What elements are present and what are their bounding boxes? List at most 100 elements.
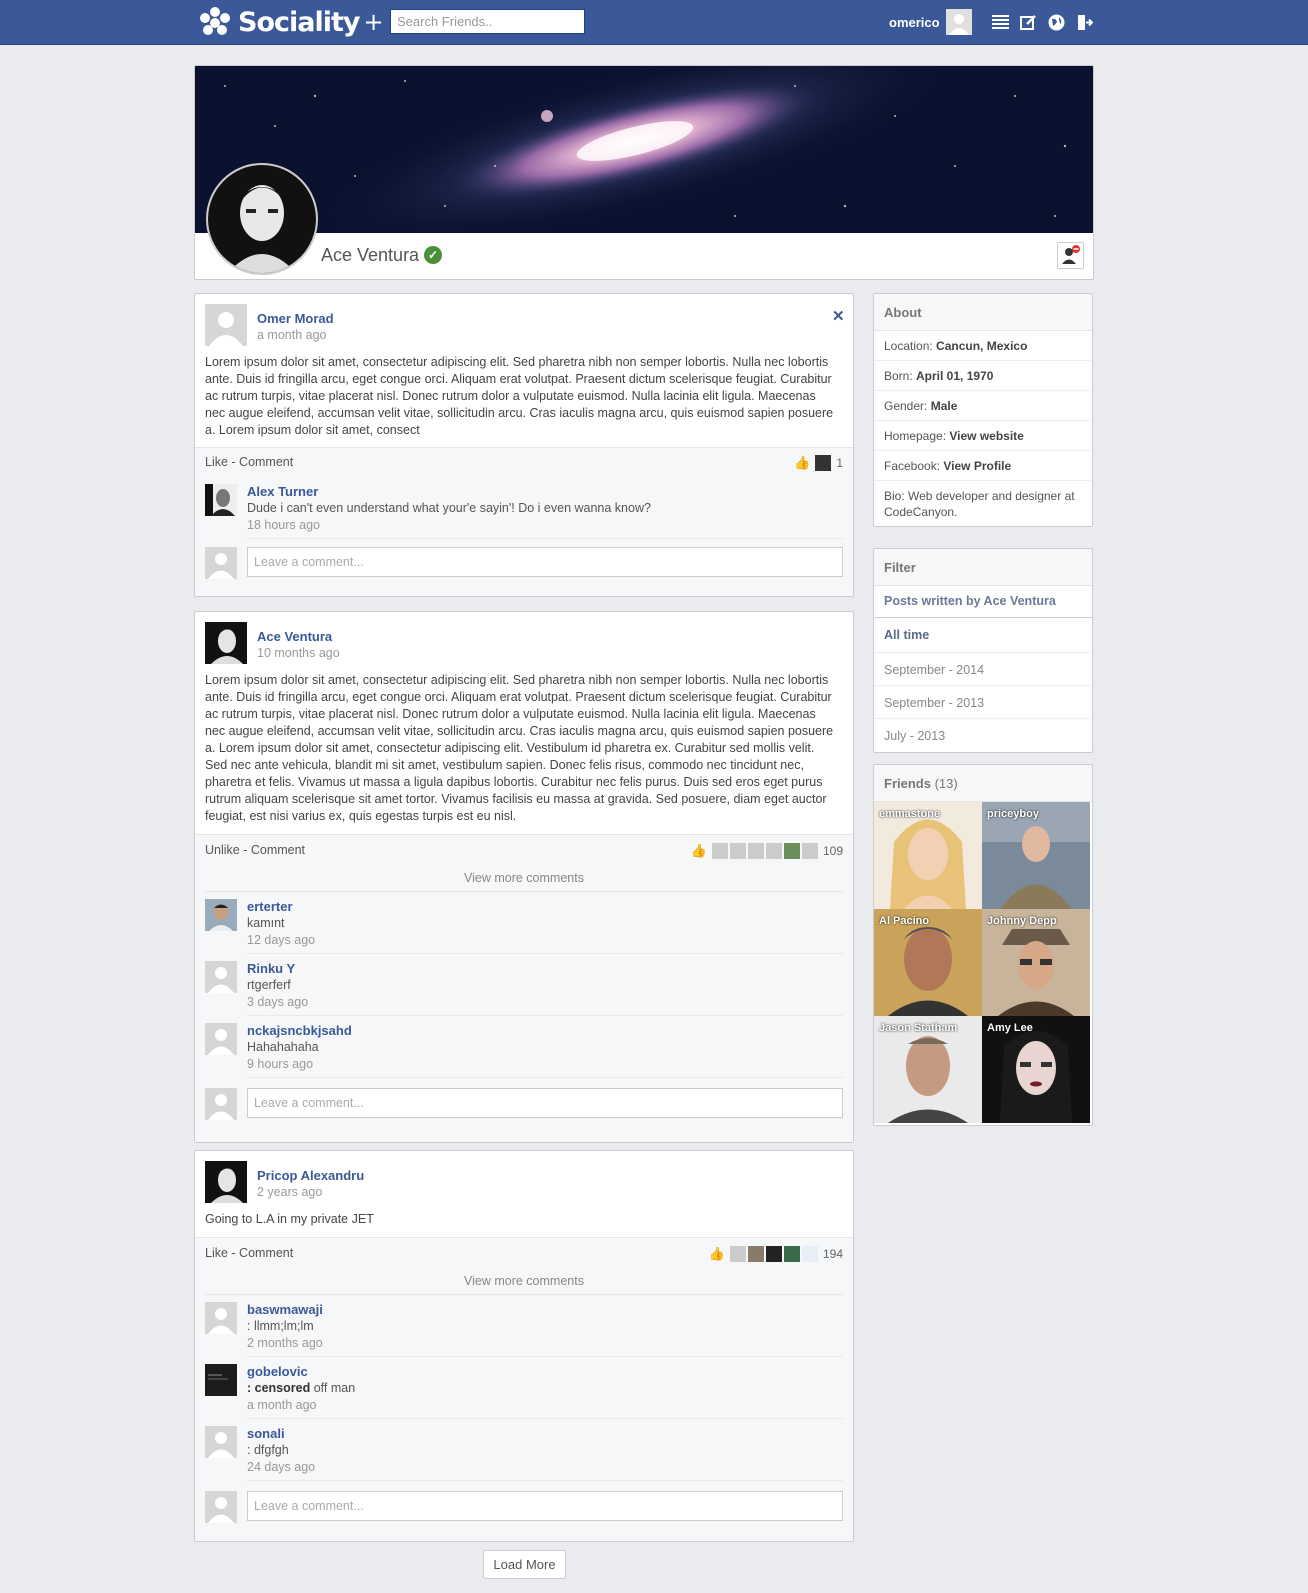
about-panel: About Location: Cancun, Mexico Born: Apr… — [873, 293, 1093, 527]
post-card: Omer Morad a month ago ✕ Lorem ipsum dol… — [194, 293, 854, 597]
brand-plus: + — [363, 8, 384, 36]
close-icon[interactable]: ✕ — [832, 307, 845, 325]
verified-check-icon: ✓ — [424, 246, 442, 264]
brand-logo[interactable]: Sociality + — [198, 6, 384, 38]
liker-avatar[interactable] — [801, 1246, 818, 1262]
username-link[interactable]: omerico — [889, 15, 940, 30]
comment-text: Dude i can't even understand what your'e… — [247, 501, 651, 515]
comment-text: : censored off man — [247, 1381, 355, 1395]
comment-divider — [247, 1015, 843, 1016]
friends-panel: Friends (13) emmastone priceyboy Al Paci… — [873, 764, 1093, 1126]
search-input[interactable] — [390, 9, 585, 34]
brand-name: Sociality — [238, 6, 360, 38]
liker-avatar[interactable] — [815, 455, 832, 471]
comment-author-name[interactable]: baswmawaji — [247, 1302, 323, 1317]
post-author-avatar[interactable] — [205, 304, 247, 346]
comment-author-name[interactable]: nckajsncbkjsahd — [247, 1023, 352, 1038]
liker-avatar[interactable] — [765, 843, 782, 859]
filter-title: Filter — [874, 549, 1092, 586]
menu-icon[interactable] — [990, 12, 1010, 32]
about-label: Facebook: — [884, 459, 944, 473]
liker-avatar[interactable] — [729, 1246, 746, 1262]
comment-author-name[interactable]: Alex Turner — [247, 484, 318, 499]
like-count: 194 — [822, 1247, 843, 1261]
friend-tile[interactable]: emmastone — [874, 802, 982, 909]
facebook-link[interactable]: View Profile — [943, 459, 1011, 473]
comment-input[interactable] — [247, 1491, 843, 1521]
like-count: 1 — [836, 456, 843, 470]
post-author-name[interactable]: Pricop Alexandru — [257, 1168, 364, 1183]
cover-photo — [195, 66, 1093, 233]
comment-author-name[interactable]: Rinku Y — [247, 961, 295, 976]
globe-icon[interactable] — [1046, 12, 1066, 32]
liker-avatar[interactable] — [765, 1246, 782, 1262]
post-author-avatar[interactable] — [205, 622, 247, 664]
comment-time: 24 days ago — [247, 1460, 316, 1474]
post-time: 2 years ago — [257, 1185, 323, 1199]
post-author-name[interactable]: Omer Morad — [257, 311, 334, 326]
liker-avatar[interactable] — [783, 1246, 800, 1262]
liker-avatar[interactable] — [783, 843, 800, 859]
about-label: Location: — [884, 339, 937, 353]
about-facebook: Facebook: View Profile — [874, 451, 1092, 481]
comment-author-name[interactable]: gobelovic — [247, 1364, 308, 1379]
block-user-button[interactable] — [1057, 242, 1084, 269]
comment-text: rtgerferf — [247, 978, 291, 992]
friend-name: Al Pacino — [879, 915, 930, 927]
filter-item[interactable]: September - 2013 — [874, 686, 1092, 719]
filter-item[interactable]: September - 2014 — [874, 653, 1092, 686]
comment-author-avatar[interactable] — [205, 1023, 237, 1055]
post-actions[interactable]: Unlike - Comment — [205, 843, 305, 857]
liker-avatar[interactable] — [711, 843, 728, 859]
friend-tile[interactable]: Al Pacino — [874, 909, 982, 1016]
filter-posts-by[interactable]: Posts written by Ace Ventura — [874, 586, 1092, 618]
about-location: Location: Cancun, Mexico — [874, 331, 1092, 361]
liker-avatar[interactable] — [747, 843, 764, 859]
likes-summary[interactable]: 👍 1 — [794, 455, 843, 471]
comment-author-avatar[interactable] — [205, 1426, 237, 1458]
view-more-comments-link[interactable]: View more comments — [205, 871, 843, 892]
comment-author-avatar[interactable] — [205, 961, 237, 993]
friend-tile[interactable]: Jason Statham — [874, 1016, 982, 1123]
filter-item-all-time[interactable]: All time — [874, 618, 1092, 653]
thumbs-up-icon: 👍 — [690, 843, 707, 858]
friend-tile[interactable]: priceyboy — [982, 802, 1090, 909]
load-more-button[interactable]: Load More — [483, 1550, 566, 1579]
comment-author-avatar[interactable] — [205, 899, 237, 931]
comment-divider — [247, 1418, 843, 1419]
liker-avatar[interactable] — [729, 843, 746, 859]
logout-icon[interactable] — [1074, 12, 1094, 32]
liker-avatar[interactable] — [747, 1246, 764, 1262]
liker-avatar[interactable] — [801, 843, 818, 859]
comment-author-avatar[interactable] — [205, 1302, 237, 1334]
my-avatar — [205, 1491, 237, 1523]
post-time: a month ago — [257, 328, 327, 342]
comment-time: 18 hours ago — [247, 518, 320, 532]
friend-tile[interactable]: Johnny Depp — [982, 909, 1090, 1016]
homepage-link[interactable]: View website — [949, 429, 1023, 443]
user-avatar[interactable] — [946, 9, 972, 35]
post-footer: Unlike - Comment 👍 109 View more comment… — [195, 834, 853, 1142]
view-more-comments-link[interactable]: View more comments — [205, 1274, 843, 1295]
edit-icon[interactable] — [1018, 12, 1038, 32]
my-avatar — [205, 1088, 237, 1120]
post-author-avatar[interactable] — [205, 1161, 247, 1203]
comment-input[interactable] — [247, 1088, 843, 1118]
comment-author-avatar[interactable] — [205, 1364, 237, 1396]
my-avatar — [205, 547, 237, 579]
likes-summary[interactable]: 👍 194 — [709, 1246, 843, 1262]
friend-tile[interactable]: Amy Lee — [982, 1016, 1090, 1123]
profile-photo[interactable] — [206, 163, 318, 275]
likes-summary[interactable]: 👍 109 — [691, 843, 843, 859]
post-text: Going to L.A in my private JET — [205, 1212, 374, 1226]
comment-author-name[interactable]: sonali — [247, 1426, 285, 1441]
post-actions[interactable]: Like - Comment — [205, 1246, 293, 1260]
post-author-name[interactable]: Ace Ventura — [257, 629, 332, 644]
comment-text: Hahahahaha — [247, 1040, 319, 1054]
post-actions[interactable]: Like - Comment — [205, 455, 293, 469]
comment-author-name[interactable]: erterter — [247, 899, 293, 914]
comment-input[interactable] — [247, 547, 843, 577]
comment-author-avatar[interactable] — [205, 484, 237, 516]
filter-item[interactable]: July - 2013 — [874, 719, 1092, 752]
friend-name: Amy Lee — [987, 1022, 1033, 1034]
